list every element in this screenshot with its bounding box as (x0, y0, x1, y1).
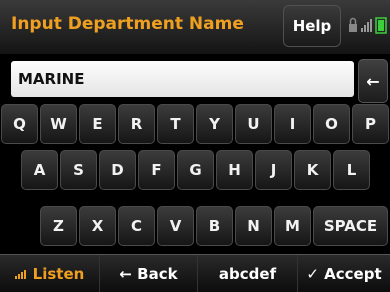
key-f[interactable]: F (138, 150, 175, 190)
volume-bars-icon (14, 269, 26, 279)
key-d[interactable]: D (99, 150, 136, 190)
key-o[interactable]: O (313, 104, 350, 144)
key-t[interactable]: T (157, 104, 194, 144)
key-v[interactable]: V (157, 206, 194, 246)
space-key[interactable]: SPACE (313, 206, 388, 246)
listen-label: Listen (32, 264, 85, 283)
header-bar: Input Department Name Help (0, 0, 390, 54)
key-g[interactable]: G (177, 150, 214, 190)
listen-button[interactable]: Listen (0, 255, 100, 292)
accept-button[interactable]: ✓ Accept (298, 255, 390, 292)
key-m[interactable]: M (274, 206, 311, 246)
help-button[interactable]: Help (283, 5, 341, 47)
key-z[interactable]: Z (40, 206, 77, 246)
key-y[interactable]: Y (196, 104, 233, 144)
back-button[interactable]: ← Back (100, 255, 198, 292)
backspace-button[interactable]: ← (358, 59, 388, 103)
key-q[interactable]: Q (1, 104, 38, 144)
key-h[interactable]: H (216, 150, 253, 190)
key-e[interactable]: E (79, 104, 116, 144)
status-icons (348, 16, 388, 34)
key-l[interactable]: L (333, 150, 370, 190)
key-x[interactable]: X (79, 206, 116, 246)
key-n[interactable]: N (235, 206, 272, 246)
bottom-toolbar: Listen ← Back abcdef ✓ Accept (0, 254, 390, 292)
key-k[interactable]: K (294, 150, 331, 190)
key-w[interactable]: W (40, 104, 77, 144)
mode-toggle-button[interactable]: abcdef (198, 255, 298, 292)
key-j[interactable]: J (255, 150, 292, 190)
page-title: Input Department Name (11, 14, 244, 34)
key-b[interactable]: B (196, 206, 233, 246)
key-a[interactable]: A (21, 150, 58, 190)
department-name-input[interactable]: MARINE (11, 61, 354, 97)
key-r[interactable]: R (118, 104, 155, 144)
key-s[interactable]: S (60, 150, 97, 190)
key-p[interactable]: P (352, 104, 389, 144)
key-c[interactable]: C (118, 206, 155, 246)
lock-icon (349, 17, 387, 34)
key-i[interactable]: I (274, 104, 311, 144)
key-u[interactable]: U (235, 104, 272, 144)
